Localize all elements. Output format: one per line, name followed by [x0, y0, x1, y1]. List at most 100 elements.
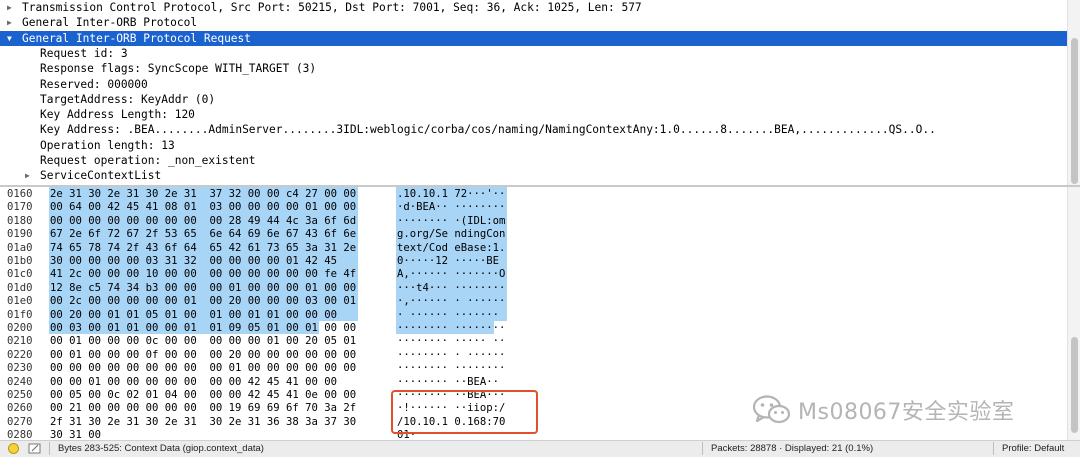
hex-row[interactable]: 0200 00 03 00 01 01 00 00 01 01 09 05 01 …: [0, 321, 1067, 335]
hex-row[interactable]: 01f0 00 20 00 01 01 05 01 00 01 00 01 01 …: [0, 308, 1067, 322]
hex-ascii[interactable]: ···t4··· ········: [397, 281, 505, 295]
tree-row-selected[interactable]: ▼ General Inter-ORB Protocol Request: [0, 30, 1067, 46]
hex-offset: 01f0: [7, 308, 33, 321]
hex-bytes[interactable]: 00 00 01 00 00 00 00 00 00 00 42 45 41 0…: [50, 375, 337, 389]
hex-bytes[interactable]: 00 03 00 01 01 00 00 01 01 09 05 01 00 0…: [50, 321, 356, 335]
hex-bytes[interactable]: 2e 31 30 2e 31 30 2e 31 37 32 00 00 c4 2…: [50, 187, 356, 201]
hex-bytes[interactable]: 00 2c 00 00 00 00 00 01 00 20 00 00 00 0…: [50, 294, 356, 308]
collapsed-triangle-icon[interactable]: ▶: [7, 0, 12, 15]
hex-ascii[interactable]: g.org/Se ndingCon: [397, 227, 505, 241]
details-scrollbar[interactable]: [1067, 0, 1080, 185]
bytes-scrollbar[interactable]: [1067, 187, 1080, 440]
hex-bytes[interactable]: 00 20 00 01 01 05 01 00 01 00 01 01 00 0…: [50, 308, 337, 322]
annotation-highlight-box: [391, 390, 538, 434]
hex-ascii[interactable]: · ······ ·······: [397, 308, 499, 322]
tree-row[interactable]: TargetAddress: KeyAddr (0): [0, 92, 1067, 107]
hex-ascii[interactable]: ········ ··BEA··: [397, 375, 499, 389]
bytes-scrollbar-thumb[interactable]: [1071, 337, 1078, 433]
tree-row-label: General Inter-ORB Protocol: [22, 16, 198, 30]
hex-bytes[interactable]: 12 8e c5 74 34 b3 00 00 00 01 00 00 00 0…: [50, 281, 356, 295]
hex-offset: 0160: [7, 188, 33, 200]
tree-row[interactable]: Response flags: SyncScope WITH_TARGET (3…: [0, 61, 1067, 76]
hex-ascii[interactable]: text/Cod eBase:1.: [397, 241, 505, 255]
hex-offset: 01d0: [7, 281, 33, 294]
hex-bytes[interactable]: 00 01 00 00 00 0c 00 00 00 00 00 01 00 2…: [50, 334, 356, 348]
hex-ascii[interactable]: .10.10.1 72···'··: [397, 187, 505, 201]
hex-ascii[interactable]: A,······ ·······O: [397, 267, 505, 281]
hex-row[interactable]: 0220 00 01 00 00 00 0f 00 00 00 20 00 00 …: [0, 348, 1067, 362]
hex-bytes[interactable]: 30 31 00: [50, 428, 101, 440]
tree-row-label: Transmission Control Protocol, Src Port:…: [22, 1, 642, 14]
hex-bytes[interactable]: 00 05 00 0c 02 01 04 00 00 00 42 45 41 0…: [50, 388, 356, 402]
hex-offset: 0230: [7, 362, 33, 375]
hex-row[interactable]: 01a0 74 65 78 74 2f 43 6f 64 65 42 61 73 …: [0, 241, 1067, 255]
tree-row[interactable]: Request id: 3: [0, 46, 1067, 61]
field-info-text: Bytes 283-525: Context Data (giop.contex…: [58, 443, 264, 454]
hex-row[interactable]: 0160 2e 31 30 2e 31 30 2e 31 37 32 00 00 …: [0, 187, 1067, 201]
hex-bytes[interactable]: 00 21 00 00 00 00 00 00 00 19 69 69 6f 7…: [50, 401, 356, 415]
hex-ascii[interactable]: ········ ·(IDL:om: [397, 214, 505, 228]
hex-row[interactable]: 0180 00 00 00 00 00 00 00 00 00 28 49 44 …: [0, 214, 1067, 228]
hex-offset: 0170: [7, 201, 33, 214]
tree-row[interactable]: ▶ ServiceContextList: [0, 168, 1067, 183]
hex-offset: 0210: [7, 335, 33, 348]
hex-bytes[interactable]: 00 64 00 42 45 41 08 01 03 00 00 00 00 0…: [50, 200, 356, 214]
hex-bytes[interactable]: 67 2e 6f 72 67 2f 53 65 6e 64 69 6e 67 4…: [50, 227, 356, 241]
hex-bytes[interactable]: 30 00 00 00 00 03 31 32 00 00 00 00 01 4…: [50, 254, 337, 268]
hex-row[interactable]: 0210 00 01 00 00 00 0c 00 00 00 00 00 01 …: [0, 334, 1067, 348]
hex-ascii[interactable]: ·d·BEA·· ········: [397, 200, 505, 214]
profile-text[interactable]: Profile: Default: [1002, 443, 1064, 455]
details-scrollbar-thumb[interactable]: [1071, 38, 1078, 184]
packet-count-text: Packets: 28878 · Displayed: 21 (0.1%): [711, 443, 874, 454]
expanded-triangle-icon[interactable]: ▼: [7, 31, 12, 46]
status-separator: [49, 442, 50, 455]
hex-bytes[interactable]: 2f 31 30 2e 31 30 2e 31 30 2e 31 36 38 3…: [50, 415, 356, 429]
hex-row[interactable]: 01b0 30 00 00 00 00 03 31 32 00 00 00 00 …: [0, 254, 1067, 268]
tree-row[interactable]: Reserved: 000000: [0, 77, 1067, 92]
tree-row-label: Operation length: 13: [40, 138, 175, 152]
hex-row[interactable]: 0170 00 64 00 42 45 41 08 01 03 00 00 00 …: [0, 200, 1067, 214]
tree-row-label: Key Address: .BEA........AdminServer....…: [40, 123, 936, 137]
hex-offset: 0190: [7, 228, 33, 241]
tree-row-label: ServiceContextList: [40, 169, 162, 183]
hex-ascii[interactable]: ········ ········: [397, 361, 505, 375]
status-bar: Bytes 283-525: Context Data (giop.contex…: [0, 440, 1080, 457]
edit-comment-icon[interactable]: [28, 443, 42, 454]
hex-row[interactable]: 0230 00 00 00 00 00 00 00 00 00 01 00 00 …: [0, 361, 1067, 375]
hex-offset: 0220: [7, 348, 33, 361]
hex-ascii[interactable]: ·,······ · ······: [397, 294, 505, 308]
hex-offset: 0180: [7, 214, 33, 227]
hex-ascii[interactable]: ········ ····· ··: [397, 334, 505, 348]
hex-ascii[interactable]: 0·····12 ·····BE: [397, 254, 499, 268]
collapsed-triangle-icon[interactable]: ▶: [25, 168, 30, 183]
collapsed-triangle-icon[interactable]: ▶: [7, 15, 12, 30]
tree-row[interactable]: Request operation: _non_existent: [0, 153, 1067, 168]
tree-row[interactable]: ▶ General Inter-ORB Protocol: [0, 15, 1067, 30]
hex-offset: 0240: [7, 375, 33, 388]
hex-bytes[interactable]: 41 2c 00 00 00 10 00 00 00 00 00 00 00 0…: [50, 267, 356, 281]
hex-row[interactable]: 01d0 12 8e c5 74 34 b3 00 00 00 01 00 00 …: [0, 281, 1067, 295]
hex-bytes[interactable]: 00 00 00 00 00 00 00 00 00 28 49 44 4c 3…: [50, 214, 356, 228]
hex-row[interactable]: 01e0 00 2c 00 00 00 00 00 01 00 20 00 00 …: [0, 294, 1067, 308]
hex-ascii[interactable]: ········ ········: [397, 321, 505, 335]
hex-offset: 0280: [7, 429, 33, 440]
hex-bytes[interactable]: 00 01 00 00 00 0f 00 00 00 20 00 00 00 0…: [50, 348, 356, 362]
tree-row-label: Request id: 3: [40, 46, 128, 60]
packet-details-tree[interactable]: ▶ Transmission Control Protocol, Src Port…: [0, 0, 1067, 185]
tree-row-label: Response flags: SyncScope WITH_TARGET (3…: [40, 62, 317, 76]
tree-row[interactable]: ▶ Transmission Control Protocol, Src Port…: [0, 0, 1067, 15]
tree-row-label: TargetAddress: KeyAddr (0): [40, 92, 216, 106]
tree-row-label: Reserved: 000000: [40, 77, 148, 91]
hex-bytes[interactable]: 00 00 00 00 00 00 00 00 00 01 00 00 00 0…: [50, 361, 356, 375]
hex-row[interactable]: 01c0 41 2c 00 00 00 10 00 00 00 00 00 00 …: [0, 267, 1067, 281]
hex-bytes[interactable]: 74 65 78 74 2f 43 6f 64 65 42 61 73 65 3…: [50, 241, 356, 255]
hex-row[interactable]: 0240 00 00 01 00 00 00 00 00 00 00 42 45 …: [0, 375, 1067, 389]
hex-row[interactable]: 0190 67 2e 6f 72 67 2f 53 65 6e 64 69 6e …: [0, 227, 1067, 241]
tree-row[interactable]: Key Address Length: 120: [0, 107, 1067, 122]
status-separator: [702, 442, 703, 455]
tree-row[interactable]: Operation length: 13: [0, 138, 1067, 153]
expert-info-indicator-icon[interactable]: [8, 443, 19, 454]
tree-row[interactable]: Key Address: .BEA........AdminServer....…: [0, 122, 1067, 137]
hex-ascii[interactable]: ········ · ······: [397, 348, 505, 362]
wechat-logo-icon: [752, 394, 792, 426]
